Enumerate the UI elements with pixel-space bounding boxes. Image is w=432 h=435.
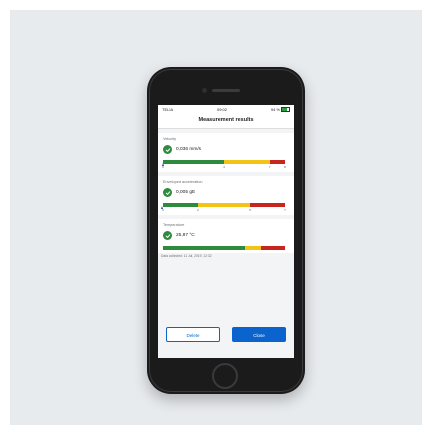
measurement-label: Temperature <box>163 223 185 227</box>
severity-bar <box>163 160 285 164</box>
check-icon <box>163 188 172 197</box>
severity-zone <box>163 160 224 164</box>
severity-zone <box>250 203 285 207</box>
battery-icon <box>280 106 290 112</box>
severity-bar <box>163 203 285 207</box>
measurement-value: 0,036 mm/s <box>176 147 202 152</box>
nav-title: Measurement results <box>158 113 294 129</box>
carrier-label: TELIA <box>162 106 174 112</box>
severity-scale: 0 2 5 7 <box>161 200 289 212</box>
tick-label: 8 <box>284 165 286 169</box>
measurement-value-row: 25,87 °C <box>163 230 289 241</box>
severity-bar <box>163 246 285 250</box>
tick-label: 7 <box>284 208 286 212</box>
check-icon <box>163 231 172 240</box>
tick-label: 0 <box>162 208 164 212</box>
speaker-grille <box>212 89 240 92</box>
tick-label: 5 <box>249 208 251 212</box>
tick-label: 2 <box>197 208 199 212</box>
phone-screen: TELIA 09:02 94 % Measurement results Vel… <box>158 105 294 358</box>
delete-button[interactable]: Delete <box>166 327 220 342</box>
severity-zone <box>197 203 251 207</box>
measurement-value-row: 0,036 mm/s <box>163 144 289 155</box>
scale-ticks: 0 4 7 8 <box>162 165 286 169</box>
battery-label: 94 % <box>270 106 280 112</box>
severity-scale <box>163 243 289 250</box>
close-button[interactable]: Close <box>232 327 286 342</box>
measurement-value: 25,87 °C <box>176 233 195 238</box>
status-time: 09:02 <box>216 106 227 112</box>
check-icon <box>163 145 172 154</box>
home-button[interactable] <box>212 363 238 389</box>
scale-ticks: 0 2 5 7 <box>162 208 286 212</box>
measurement-enveloped-acceleration: Enveloped acceleration 0,005 gE 0 2 5 7 <box>158 176 294 215</box>
measurement-value-row: 0,005 gE <box>163 187 289 198</box>
battery-status: 94 % <box>270 106 290 112</box>
severity-zone <box>260 246 285 250</box>
action-buttons: Delete Close <box>166 327 286 342</box>
measurement-label: Enveloped acceleration <box>163 180 203 184</box>
phone-device: TELIA 09:02 94 % Measurement results Vel… <box>147 67 305 394</box>
measurement-label: Velocity <box>163 137 177 141</box>
severity-zone <box>163 203 198 207</box>
severity-zone <box>163 246 245 250</box>
tick-label: 4 <box>223 165 225 169</box>
status-bar: TELIA 09:02 94 % <box>158 105 294 113</box>
camera-icon <box>202 88 207 93</box>
severity-zone <box>224 160 270 164</box>
severity-zone <box>269 160 285 164</box>
measurement-temperature: Temperature 25,87 °C <box>158 219 294 253</box>
severity-zone <box>244 246 261 250</box>
tick-label: 7 <box>268 165 271 169</box>
measurement-velocity: Velocity 0,036 mm/s 0 4 7 8 <box>158 133 294 172</box>
tick-label: 0 <box>162 165 164 169</box>
date-collected: Data collected: 11 Jul, 2019, 12:32 <box>161 254 212 258</box>
severity-scale: 0 4 7 8 <box>161 157 289 169</box>
measurement-value: 0,005 gE <box>176 190 196 195</box>
